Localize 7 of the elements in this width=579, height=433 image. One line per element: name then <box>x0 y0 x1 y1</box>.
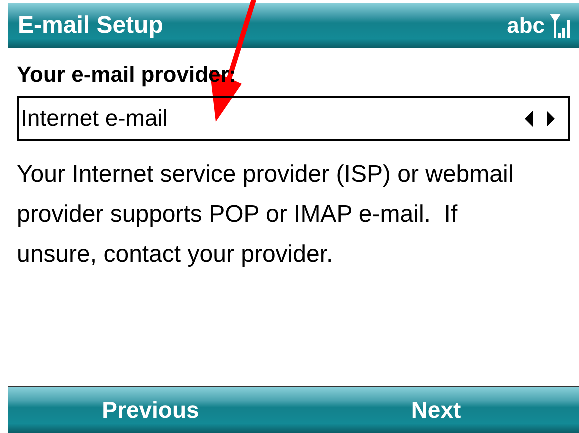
signal-icon <box>549 12 571 40</box>
softkey-button[interactable]: Previous <box>8 387 294 433</box>
window-title: E-mail Setup <box>18 12 164 40</box>
provider-picker[interactable]: Internet e-mail <box>17 96 570 141</box>
input-mode-indicator: abc <box>507 12 545 38</box>
softkey-button[interactable]: Next <box>294 387 579 433</box>
description-text: Your Internet service provider (ISP) or webmail provider supports POP or IMAP e-mail. If unsure, contact your provider. <box>17 160 515 270</box>
